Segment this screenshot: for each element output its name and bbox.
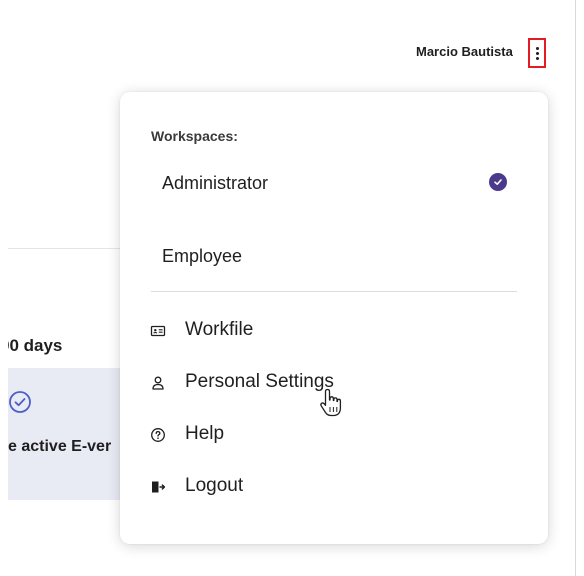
app-frame: Marcio Bautista 90 days e active E-ver W…: [0, 0, 584, 576]
menu-divider: [151, 291, 517, 292]
check-circle-icon: [9, 391, 31, 413]
workspace-item-employee[interactable]: Employee: [140, 236, 520, 276]
days-text: 90 days: [8, 336, 63, 355]
kebab-dot: [535, 46, 539, 50]
workspace-item-administrator[interactable]: Administrator: [140, 163, 520, 203]
page-border: [575, 0, 576, 576]
menu-item-workfile[interactable]: Workfile: [140, 313, 520, 349]
background-days-text: 90 days: [8, 336, 120, 356]
user-name: Marcio Bautista: [416, 44, 513, 59]
logout-icon: [152, 481, 166, 493]
menu-item-logout[interactable]: Logout: [140, 469, 520, 505]
id-card-icon: [150, 325, 166, 337]
menu-item-label: Workfile: [185, 319, 254, 340]
menu-item-label: Logout: [185, 475, 244, 496]
user-dropdown-menu: Workspaces: Administrator Employee Workf…: [120, 92, 548, 544]
kebab-dot: [535, 56, 539, 60]
check-circle-filled-icon: [489, 173, 507, 191]
workspaces-label: Workspaces:: [151, 128, 238, 144]
menu-item-label: Help: [185, 423, 225, 444]
background-status-panel: e active E-ver: [8, 368, 126, 500]
help-circle-icon: [151, 428, 165, 442]
user-icon: [152, 376, 164, 390]
workspace-label: Employee: [162, 245, 243, 266]
menu-item-personal-settings[interactable]: Personal Settings: [140, 365, 520, 401]
background-panel-text: e active E-ver: [8, 438, 112, 455]
menu-item-label: Personal Settings: [185, 371, 334, 392]
more-options-button[interactable]: [528, 38, 546, 68]
background-divider: [8, 248, 128, 249]
menu-item-help[interactable]: Help: [140, 417, 520, 453]
workspace-label: Administrator: [162, 172, 269, 193]
kebab-dot: [535, 51, 539, 55]
